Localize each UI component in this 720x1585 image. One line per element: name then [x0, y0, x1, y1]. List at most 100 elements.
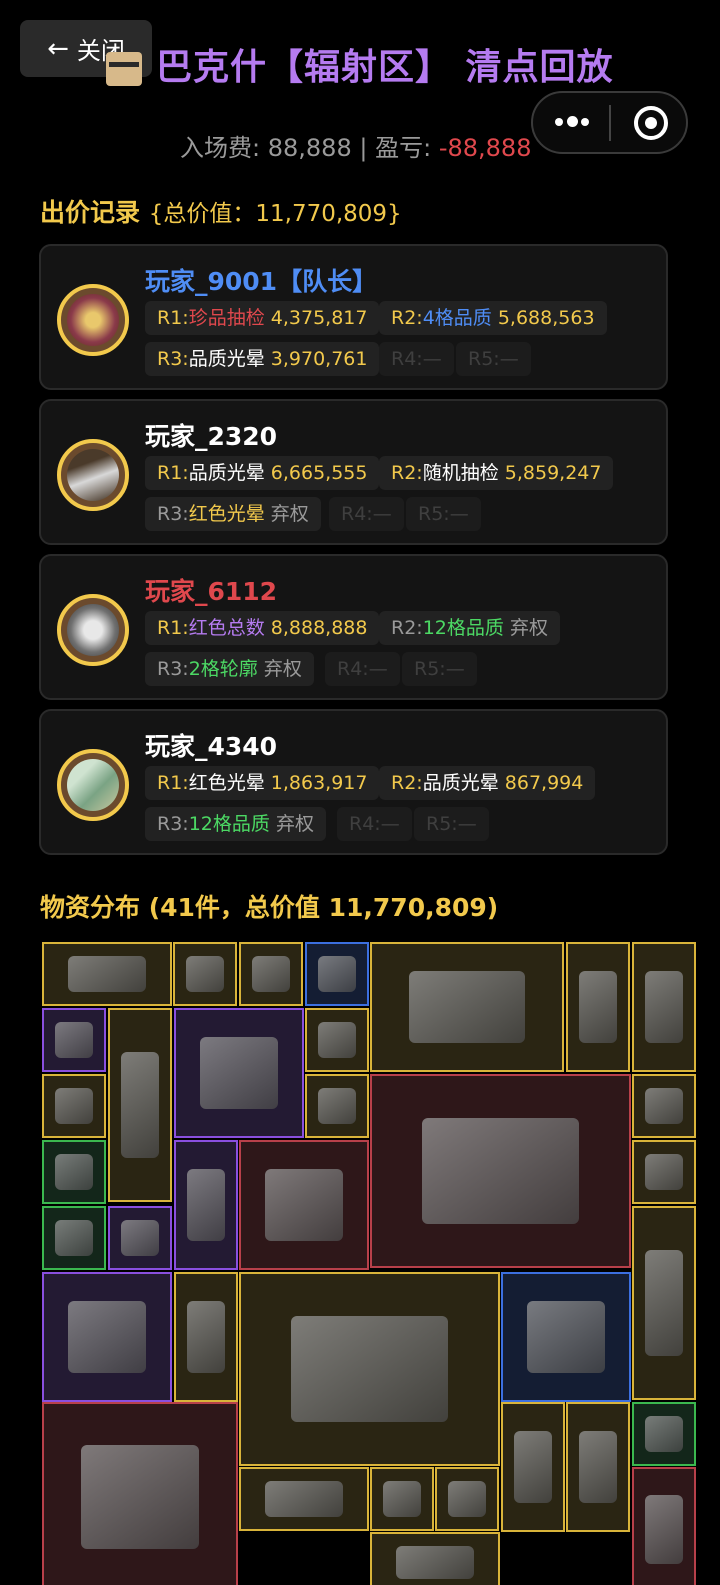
mini-program-capsule	[531, 91, 688, 154]
grid-cell[interactable]	[239, 942, 303, 1006]
grid-cell[interactable]	[566, 942, 630, 1072]
player-card: 玩家_9001【队长】 R1:珍品抽检 4,375,817 R2:4格品质 5,…	[39, 244, 668, 390]
bids-section-title: 出价记录 {总价值：11,770,809}	[40, 193, 402, 229]
coffee-bag-icon	[578, 1431, 618, 1503]
items-section-title: 物资分布 (41件，总价值 11,770,809)	[40, 893, 499, 922]
entry-fee-label: 入场费:	[180, 134, 261, 162]
bid-chip-empty: R5:—	[402, 652, 477, 686]
grid-cell[interactable]	[239, 1467, 369, 1531]
grid-cell[interactable]	[632, 1140, 696, 1204]
bid-chip-empty: R4:—	[325, 652, 400, 686]
coffee-bag-icon	[513, 1431, 553, 1503]
crown-icon	[396, 1545, 474, 1579]
grid-cell[interactable]	[239, 1140, 369, 1270]
player-card: 玩家_6112 R1:红色总数 8,888,888 R2:12格品质 弃权 R3…	[39, 554, 668, 700]
bid-chip-empty: R4:—	[337, 807, 412, 841]
grid-cell[interactable]	[239, 1272, 500, 1466]
grid-cell[interactable]	[566, 1402, 630, 1532]
player-name: 玩家_4340	[145, 732, 278, 761]
grid-cell[interactable]	[501, 1402, 565, 1532]
grid-cell[interactable]	[632, 1402, 696, 1466]
bid-chip: R2:品质光晕 867,994	[379, 766, 596, 800]
usb-drive-icon	[644, 1154, 684, 1190]
bid-chip: R1:品质光晕 6,665,555	[145, 456, 380, 490]
gpu-bracket-icon	[54, 1022, 94, 1058]
figurine-icon	[186, 1301, 226, 1373]
grid-cell[interactable]	[370, 1074, 631, 1268]
capsule-divider	[609, 105, 611, 141]
pnl-value: -88,888	[438, 134, 532, 162]
pacemaker-icon	[317, 1022, 357, 1058]
motherboard-icon	[68, 1301, 146, 1373]
avatar	[57, 594, 129, 666]
grid-cell[interactable]	[370, 1532, 500, 1585]
bid-chip: R2:随机抽检 5,859,247	[379, 456, 614, 490]
player-name: 玩家_6112	[145, 577, 278, 606]
server-rack-icon	[422, 1117, 579, 1225]
grid-cell[interactable]	[42, 942, 172, 1006]
grid-cell[interactable]	[42, 1402, 238, 1585]
grid-cell[interactable]	[108, 1008, 172, 1202]
matchbox-icon	[317, 956, 357, 992]
aviator-sunglasses-icon	[68, 956, 146, 992]
book-icon	[578, 971, 618, 1043]
grid-cell[interactable]	[174, 1272, 238, 1402]
more-icon[interactable]	[555, 115, 589, 131]
grid-cell[interactable]	[42, 1074, 106, 1138]
grid-cell[interactable]	[305, 1008, 369, 1072]
syringe-icon	[54, 1220, 94, 1256]
grid-cell[interactable]	[173, 942, 237, 1006]
bid-chip: R2:12格品质 弃权	[379, 611, 560, 645]
grid-cell[interactable]	[501, 1272, 631, 1402]
coffee-machine-icon	[200, 1037, 278, 1109]
back-arrow-icon: ←	[47, 33, 69, 64]
pnl-label: 盈亏:	[375, 134, 432, 162]
golden-statue-icon	[265, 1169, 343, 1241]
player-card: 玩家_4340 R1:红色光晕 1,863,917 R2:品质光晕 867,99…	[39, 709, 668, 855]
avatar	[57, 749, 129, 821]
grid-cell[interactable]	[42, 1272, 172, 1402]
grid-cell[interactable]	[370, 942, 564, 1072]
grid-cell[interactable]	[108, 1206, 172, 1270]
grid-cell[interactable]	[435, 1467, 499, 1531]
grid-cell[interactable]	[42, 1206, 106, 1270]
player-name: 玩家_9001【队长】	[145, 267, 378, 296]
grid-cell[interactable]	[42, 1140, 106, 1204]
jeweled-pendant-icon	[408, 971, 526, 1043]
clipboard-icon	[106, 52, 142, 86]
grid-cell[interactable]	[42, 1008, 106, 1072]
bid-chip-empty: R5:—	[406, 497, 481, 531]
grid-cell[interactable]	[632, 942, 696, 1072]
entry-fee-value: 88,888	[267, 134, 352, 162]
bids-total: {总价值：11,770,809}	[148, 201, 402, 227]
usb-drive-icon	[317, 1088, 357, 1124]
aviator-sunglasses-icon	[265, 1481, 343, 1517]
grid-cell[interactable]	[174, 1140, 238, 1270]
player-name: 玩家_2320	[145, 422, 278, 451]
exit-target-icon[interactable]	[634, 106, 668, 140]
bid-chip: R2:4格品质 5,688,563	[379, 301, 607, 335]
tank-model-icon	[81, 1444, 199, 1550]
bid-chip: R3:2格轮廓 弃权	[145, 652, 314, 686]
grid-cell[interactable]	[174, 1008, 304, 1138]
entry-separator: |	[359, 134, 368, 162]
bid-chip-empty: R4:—	[379, 342, 454, 376]
lighter-icon	[644, 1088, 684, 1124]
grid-cell[interactable]	[370, 1467, 434, 1531]
pen-icon	[54, 1154, 94, 1190]
gear-box-icon	[185, 956, 225, 992]
grid-cell[interactable]	[305, 942, 369, 1006]
necklace-icon	[382, 1481, 422, 1517]
grid-cell[interactable]	[305, 1074, 369, 1138]
grid-cell[interactable]	[632, 1206, 696, 1400]
bids-title: 出价记录	[40, 198, 141, 227]
bid-chip-empty: R5:—	[456, 342, 531, 376]
page-title: 巴克什【辐射区】 清点回放	[156, 47, 614, 88]
bid-chip: R1:红色光晕 1,863,917	[145, 766, 380, 800]
grid-cell[interactable]	[632, 1467, 696, 1585]
item-grid	[42, 942, 697, 1585]
server-motherboard-icon	[291, 1315, 448, 1423]
bid-chip: R1:珍品抽检 4,375,817	[145, 301, 380, 335]
bid-chip-empty: R4:—	[329, 497, 404, 531]
grid-cell[interactable]	[632, 1074, 696, 1138]
